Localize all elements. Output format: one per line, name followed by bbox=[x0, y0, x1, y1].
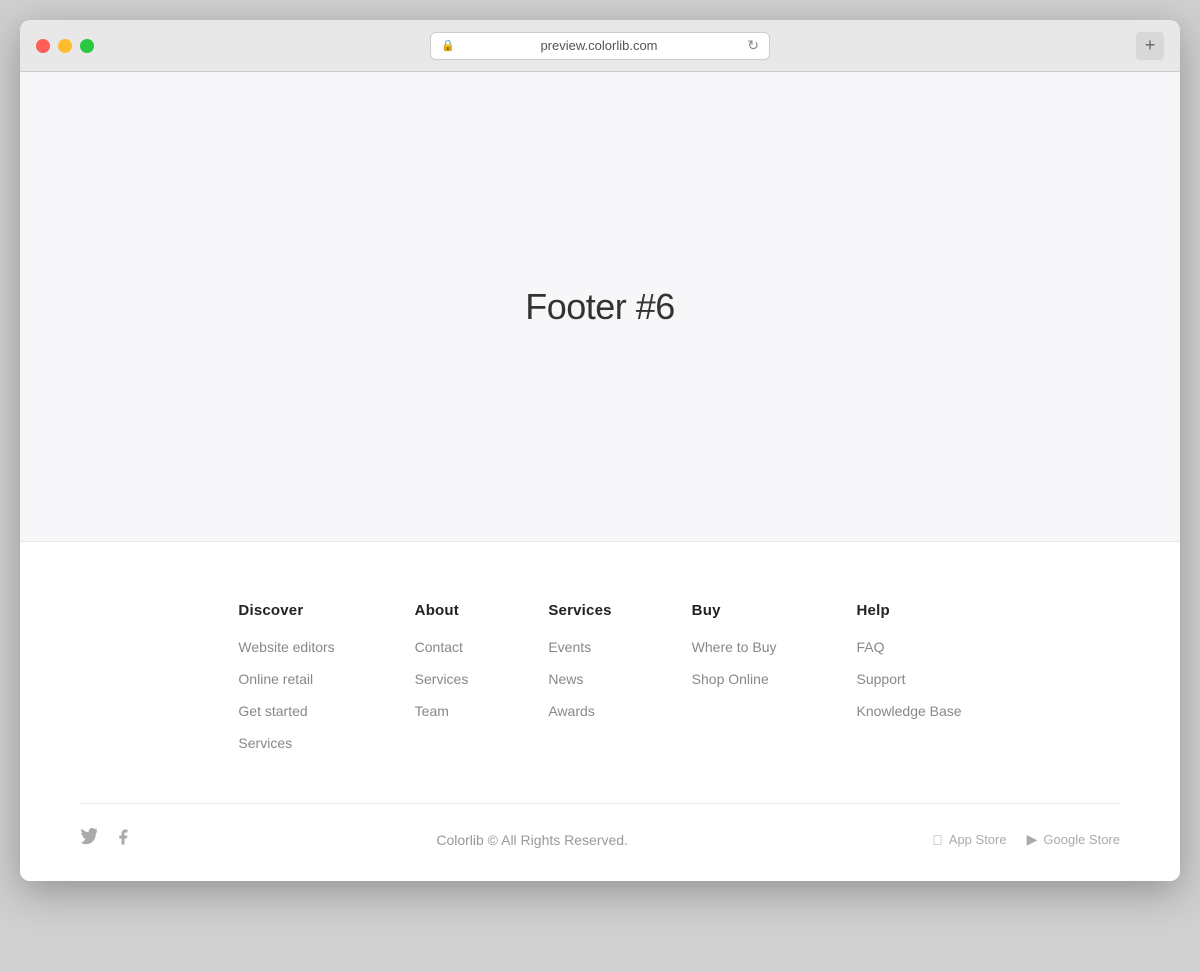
footer-col-about: About Contact Services Team bbox=[415, 602, 469, 753]
footer-link[interactable]: Events bbox=[548, 639, 591, 655]
store-links:  App Store ▶ Google Store bbox=[932, 831, 1120, 848]
footer-link[interactable]: Get started bbox=[238, 703, 307, 719]
footer-link[interactable]: Team bbox=[415, 703, 449, 719]
footer-col-title-services: Services bbox=[548, 602, 611, 619]
maximize-button[interactable] bbox=[80, 39, 94, 53]
footer-col-links-help: FAQ Support Knowledge Base bbox=[857, 639, 962, 721]
footer-col-links-discover: Website editors Online retail Get started S… bbox=[238, 639, 334, 753]
google-store-link[interactable]: ▶ Google Store bbox=[1027, 831, 1120, 848]
footer-col-links-buy: Where to Buy Shop Online bbox=[692, 639, 777, 689]
footer-link[interactable]: Contact bbox=[415, 639, 463, 655]
footer-col-title-buy: Buy bbox=[692, 602, 777, 619]
facebook-link[interactable] bbox=[114, 828, 132, 851]
footer-col-buy: Buy Where to Buy Shop Online bbox=[692, 602, 777, 753]
footer-link[interactable]: Shop Online bbox=[692, 671, 769, 687]
footer-link[interactable]: Knowledge Base bbox=[857, 703, 962, 719]
apple-icon:  bbox=[932, 832, 943, 848]
hero-title: Footer #6 bbox=[525, 286, 675, 328]
browser-window: 🔒 preview.colorlib.com ↻ + Footer #6 Dis… bbox=[20, 20, 1180, 881]
footer-col-links-about: Contact Services Team bbox=[415, 639, 469, 721]
reload-button[interactable]: ↻ bbox=[747, 37, 759, 54]
copyright-text: Colorlib © All Rights Reserved. bbox=[436, 832, 628, 848]
footer-col-links-services: Events News Awards bbox=[548, 639, 611, 721]
twitter-link[interactable] bbox=[80, 828, 98, 851]
footer-link[interactable]: Website editors bbox=[238, 639, 334, 655]
close-button[interactable] bbox=[36, 39, 50, 53]
footer-link[interactable]: FAQ bbox=[857, 639, 885, 655]
footer-link[interactable]: Where to Buy bbox=[692, 639, 777, 655]
address-bar[interactable]: 🔒 preview.colorlib.com ↻ bbox=[430, 32, 770, 60]
google-store-label: Google Store bbox=[1043, 832, 1120, 847]
footer-link[interactable]: Online retail bbox=[238, 671, 313, 687]
footer-col-services: Services Events News Awards bbox=[548, 602, 611, 753]
footer-col-title-discover: Discover bbox=[238, 602, 334, 619]
footer-nav: Discover Website editors Online retail Get … bbox=[20, 602, 1180, 803]
browser-titlebar: 🔒 preview.colorlib.com ↻ + bbox=[20, 20, 1180, 72]
lock-icon: 🔒 bbox=[441, 39, 455, 52]
footer-link[interactable]: Services bbox=[238, 735, 292, 751]
page-content: Footer #6 Discover Website editors Online … bbox=[20, 72, 1180, 881]
footer-bottom: Colorlib © All Rights Reserved.  App St… bbox=[20, 804, 1180, 881]
minimize-button[interactable] bbox=[58, 39, 72, 53]
footer: Discover Website editors Online retail Get … bbox=[20, 542, 1180, 881]
play-icon: ▶ bbox=[1027, 831, 1038, 848]
url-text: preview.colorlib.com bbox=[461, 38, 738, 53]
footer-link[interactable]: Services bbox=[415, 671, 469, 687]
hero-section: Footer #6 bbox=[20, 72, 1180, 542]
traffic-lights bbox=[36, 39, 94, 53]
social-icons bbox=[80, 828, 132, 851]
footer-col-title-about: About bbox=[415, 602, 469, 619]
footer-col-help: Help FAQ Support Knowledge Base bbox=[857, 602, 962, 753]
app-store-label: App Store bbox=[949, 832, 1007, 847]
footer-link[interactable]: Awards bbox=[548, 703, 594, 719]
new-tab-button[interactable]: + bbox=[1136, 32, 1164, 60]
footer-link[interactable]: Support bbox=[857, 671, 906, 687]
footer-col-title-help: Help bbox=[857, 602, 962, 619]
footer-link[interactable]: News bbox=[548, 671, 583, 687]
footer-col-discover: Discover Website editors Online retail Get … bbox=[238, 602, 334, 753]
app-store-link[interactable]:  App Store bbox=[932, 832, 1006, 848]
